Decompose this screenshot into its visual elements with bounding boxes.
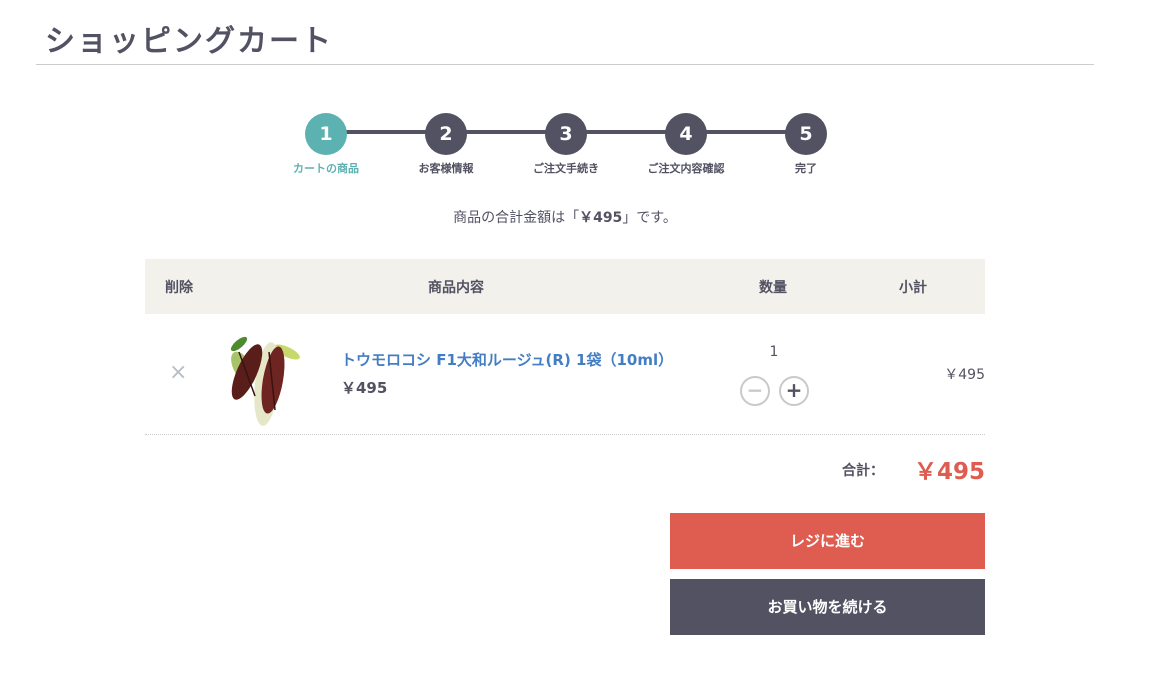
header-item: 商品内容 xyxy=(428,280,484,296)
checkout-button[interactable]: レジに進む xyxy=(670,513,985,569)
step-1-label: カートの商品 xyxy=(293,162,359,175)
step-2: 2 お客様情報 xyxy=(386,113,506,176)
quantity-decrease-button[interactable]: − xyxy=(740,376,770,406)
quantity-increase-button[interactable]: + xyxy=(779,376,809,406)
page-title: ショッピングカート xyxy=(45,24,333,59)
header-subtotal: 小計 xyxy=(899,280,927,296)
cart-total-message: 商品の合計金額は「￥495」です。 xyxy=(0,207,1130,227)
item-name-link[interactable]: トウモロコシ F1大和ルージュ(R) 1袋（10ml） xyxy=(341,349,673,370)
step-3-circle: 3 xyxy=(545,113,587,155)
step-1: 1 カートの商品 xyxy=(266,113,386,176)
total-message-prefix: 商品の合計金額は「 xyxy=(453,210,580,226)
total-message-amount: ￥495 xyxy=(579,210,623,226)
step-4: 4 ご注文内容確認 xyxy=(626,113,746,176)
title-divider xyxy=(36,64,1094,65)
step-5-label: 完了 xyxy=(795,162,817,175)
header-delete: 削除 xyxy=(165,280,193,296)
total-message-suffix: 」です。 xyxy=(622,210,677,226)
step-4-label: ご注文内容確認 xyxy=(647,162,725,175)
item-quantity: 1 xyxy=(769,344,779,360)
step-3: 3 ご注文手続き xyxy=(506,113,626,176)
step-3-label: ご注文手続き xyxy=(533,162,599,175)
remove-item-icon[interactable]: × xyxy=(169,362,187,384)
total-label: 合計： xyxy=(842,463,884,479)
continue-shopping-button[interactable]: お買い物を続ける xyxy=(670,579,985,635)
step-4-circle: 4 xyxy=(665,113,707,155)
step-5: 5 完了 xyxy=(746,113,866,176)
cart-item-row: × トウモロコシ F1大和ルージュ(R) 1袋（10ml） ￥495 1 − +… xyxy=(145,314,985,435)
item-subtotal: ￥495 xyxy=(944,367,985,383)
cart-table-header: 削除 商品内容 数量 小計 xyxy=(145,259,985,314)
corn-image[interactable] xyxy=(209,322,309,426)
step-1-circle: 1 xyxy=(305,113,347,155)
step-5-circle: 5 xyxy=(785,113,827,155)
step-2-label: お客様情報 xyxy=(418,162,474,175)
header-quantity: 数量 xyxy=(759,280,787,296)
item-unit-price: ￥495 xyxy=(341,379,388,397)
step-2-circle: 2 xyxy=(425,113,467,155)
total-value: ￥495 xyxy=(913,459,985,485)
